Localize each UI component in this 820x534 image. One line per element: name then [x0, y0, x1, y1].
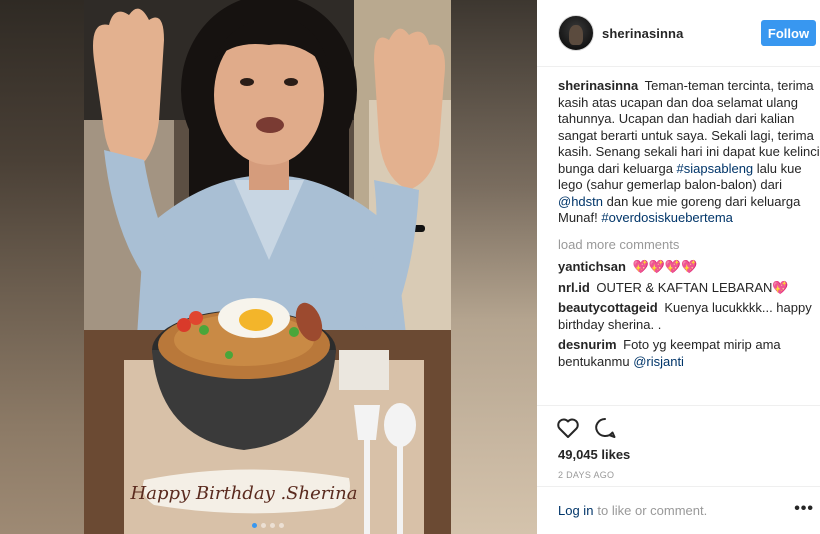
header-username[interactable]: sherinasinna [602, 26, 683, 41]
follow-button[interactable]: Follow [761, 20, 816, 46]
post-photo[interactable]: Happy Birthday .Sherina [84, 0, 451, 534]
backdrop-blur-left [0, 0, 84, 534]
post-photo-illustration: Happy Birthday .Sherina [84, 0, 451, 534]
carousel-dots [84, 523, 451, 528]
comment: yantichsan 💖💖💖💖 [558, 259, 820, 276]
backdrop-blur-right [451, 0, 537, 534]
likes-count[interactable]: 49,045 likes [558, 447, 630, 462]
comment-text: OUTER & KAFTAN LEBARAN💖 [596, 279, 789, 295]
photo-backdrop: Happy Birthday .Sherina [0, 0, 537, 534]
comment-username[interactable]: desnurim [558, 337, 617, 352]
carousel-dot[interactable] [269, 523, 275, 528]
comment-username[interactable]: beautycottageid [558, 300, 658, 315]
avatar[interactable] [558, 15, 594, 51]
load-more-comments[interactable]: load more comments [558, 237, 820, 254]
comment: beautycottageid Kuenya lucukkkk... happy… [558, 300, 820, 333]
caption-hashtag-siapsableng[interactable]: #siapsableng [677, 161, 754, 176]
more-options-icon[interactable]: ••• [794, 500, 814, 518]
cake-text: Happy Birthday .Sherina [130, 483, 358, 504]
post-actions: 49,045 likes 2 DAYS AGO [537, 405, 820, 480]
comment-username[interactable]: yantichsan [558, 259, 626, 274]
carousel-dot[interactable] [251, 523, 257, 528]
caption: sherinasinna Teman-teman tercinta, terim… [558, 78, 820, 227]
carousel-dot[interactable] [260, 523, 266, 528]
comment-footer: Log in to like or comment. ••• [537, 486, 820, 534]
caption-mention-hdstn[interactable]: @hdstn [558, 194, 603, 209]
caption-hashtag-overdosis[interactable]: #overdosiskuebertema [601, 210, 733, 225]
caption-username[interactable]: sherinasinna [558, 78, 638, 93]
comment: desnurim Foto yg keempat mirip ama bentu… [558, 337, 820, 370]
post-side-panel: sherinasinna Follow sherinasinna Teman-t… [537, 0, 820, 534]
carousel-dot[interactable] [278, 523, 284, 528]
comment: nrl.id OUTER & KAFTAN LEBARAN💖 [558, 280, 820, 297]
action-icons [556, 417, 617, 439]
post-header: sherinasinna Follow [537, 0, 820, 67]
post-date: 2 DAYS AGO [558, 470, 615, 480]
login-link[interactable]: Log in [558, 503, 593, 518]
comment-icon[interactable] [593, 417, 617, 439]
comment-username[interactable]: nrl.id [558, 280, 590, 295]
comment-text: 💖💖💖💖 [632, 259, 698, 274]
footer-prompt: to like or comment. [597, 503, 708, 518]
comments-list: sherinasinna Teman-teman tercinta, terim… [558, 78, 820, 374]
heart-icon[interactable] [556, 417, 580, 439]
comment-mention-risjanti[interactable]: @risjanti [633, 354, 684, 369]
